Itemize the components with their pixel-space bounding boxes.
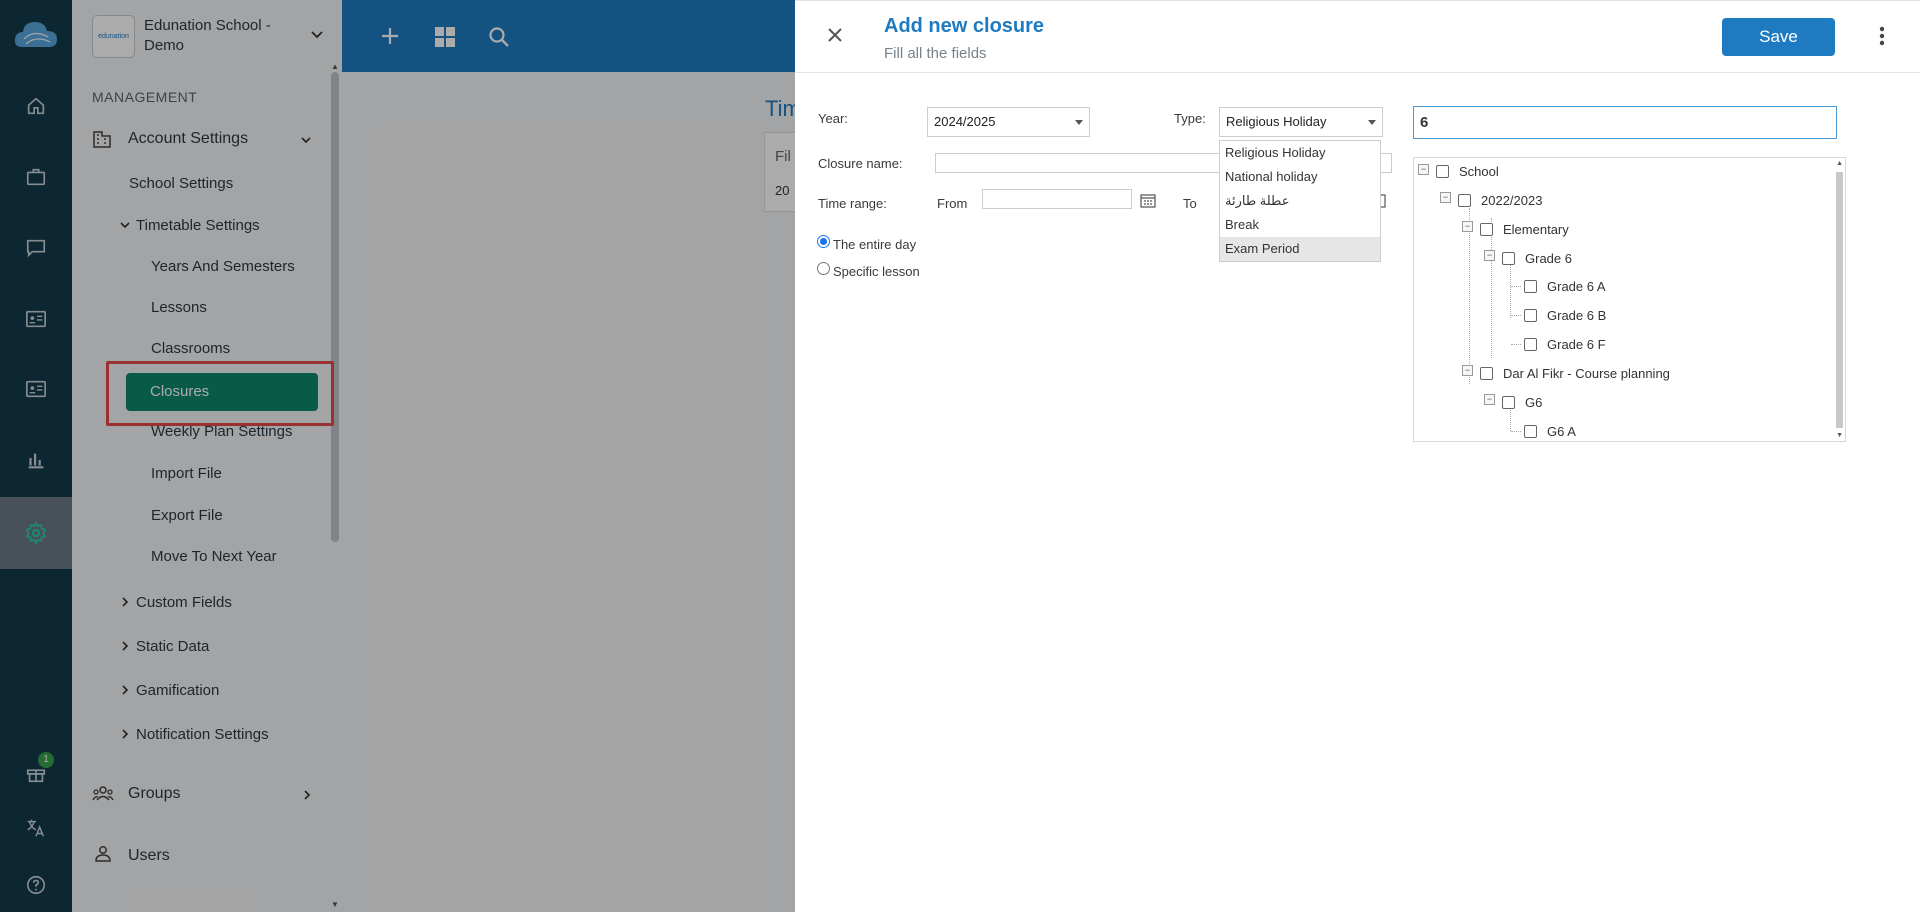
tree-node-g6[interactable]: G6: [1502, 395, 1542, 410]
dropdown-option[interactable]: National holiday: [1220, 165, 1380, 189]
to-label: To: [1183, 196, 1197, 211]
tree-node-grade-6[interactable]: Grade 6: [1502, 251, 1572, 266]
dropdown-arrow-icon: [1075, 120, 1083, 125]
drawer-header: Add new closure Fill all the fields Save: [795, 1, 1920, 73]
tree-guide-line: [1469, 208, 1470, 384]
tree-label: Grade 6 F: [1547, 337, 1606, 352]
checkbox[interactable]: [1524, 425, 1537, 438]
collapse-icon[interactable]: −: [1440, 192, 1451, 203]
class-tree: − School − 2022/2023 − Elementary − Grad…: [1413, 157, 1846, 442]
collapse-icon[interactable]: −: [1418, 164, 1429, 175]
tree-node-school[interactable]: School: [1436, 164, 1499, 179]
type-value: Religious Holiday: [1226, 114, 1327, 129]
tree-node-grade-6a[interactable]: Grade 6 A: [1524, 279, 1606, 294]
scroll-down-arrow[interactable]: ▼: [1836, 432, 1843, 439]
checkbox[interactable]: [1524, 280, 1537, 293]
tree-label: Grade 6 A: [1547, 279, 1606, 294]
checkbox[interactable]: [1458, 194, 1471, 207]
tree-search-input[interactable]: 6: [1413, 106, 1837, 139]
save-button[interactable]: Save: [1722, 18, 1835, 56]
tree-guide-line: [1510, 258, 1511, 318]
specific-lesson-radio[interactable]: [817, 262, 830, 275]
more-vert-icon[interactable]: [1879, 25, 1885, 47]
tree-label: School: [1459, 164, 1499, 179]
collapse-icon[interactable]: −: [1462, 221, 1473, 232]
time-range-label: Time range:: [818, 196, 887, 211]
checkbox[interactable]: [1502, 396, 1515, 409]
tree-guide-line: [1491, 218, 1492, 358]
close-icon[interactable]: [823, 23, 847, 47]
specific-lesson-label: Specific lesson: [833, 264, 920, 279]
tree-node-elementary[interactable]: Elementary: [1480, 222, 1569, 237]
checkbox[interactable]: [1436, 165, 1449, 178]
collapse-icon[interactable]: −: [1462, 365, 1473, 376]
tree-branch-line: [1511, 431, 1521, 432]
tree-label: 2022/2023: [1481, 193, 1543, 208]
dropdown-option[interactable]: Religious Holiday: [1220, 141, 1380, 165]
tree-label: G6 A: [1547, 424, 1576, 439]
tree-branch-line: [1511, 315, 1521, 316]
checkbox[interactable]: [1480, 223, 1493, 236]
tree-label: G6: [1525, 395, 1543, 410]
tree-scrollbar[interactable]: [1836, 172, 1843, 428]
drawer-subtitle: Fill all the fields: [884, 45, 987, 62]
checkbox[interactable]: [1524, 309, 1537, 322]
tree-node-year[interactable]: 2022/2023: [1458, 193, 1542, 208]
tree-label: Grade 6 B: [1547, 308, 1607, 323]
checkbox[interactable]: [1524, 338, 1537, 351]
type-select[interactable]: Religious Holiday: [1219, 107, 1383, 137]
add-closure-drawer: Add new closure Fill all the fields Save…: [795, 0, 1920, 912]
from-date-input[interactable]: [982, 189, 1132, 209]
dropdown-option-highlighted[interactable]: Exam Period: [1220, 237, 1380, 261]
modal-overlay[interactable]: [0, 0, 795, 912]
year-label: Year:: [818, 111, 848, 126]
tree-branch-line: [1511, 344, 1521, 345]
collapse-icon[interactable]: −: [1484, 250, 1495, 261]
dropdown-option[interactable]: Break: [1220, 213, 1380, 237]
from-label: From: [937, 196, 968, 211]
tree-label: Elementary: [1503, 222, 1569, 237]
type-dropdown-list: Religious Holiday National holiday عطلة …: [1219, 140, 1381, 262]
tree-label: Dar Al Fikr - Course planning: [1503, 366, 1670, 381]
checkbox[interactable]: [1502, 252, 1515, 265]
dropdown-option[interactable]: عطلة طارئة: [1220, 189, 1380, 213]
calendar-icon[interactable]: [1140, 192, 1156, 208]
scroll-up-arrow[interactable]: ▲: [1836, 160, 1843, 167]
tree-branch-line: [1511, 286, 1521, 287]
collapse-icon[interactable]: −: [1484, 394, 1495, 405]
drawer-title: Add new closure: [884, 15, 1045, 37]
tree-node-dar-al-fikr[interactable]: Dar Al Fikr - Course planning: [1480, 366, 1670, 381]
tree-label: Grade 6: [1525, 251, 1572, 266]
tree-node-g6a[interactable]: G6 A: [1524, 424, 1576, 439]
app: 1 edunation Edunation School - Demo MANA…: [0, 0, 1920, 912]
tree-node-grade-6b[interactable]: Grade 6 B: [1524, 308, 1606, 323]
type-label: Type:: [1174, 111, 1206, 126]
year-value: 2024/2025: [934, 114, 996, 129]
tree-node-grade-6f[interactable]: Grade 6 F: [1524, 337, 1606, 352]
entire-day-label: The entire day: [833, 237, 917, 252]
checkbox[interactable]: [1480, 367, 1493, 380]
year-select[interactable]: 2024/2025: [927, 107, 1090, 137]
entire-day-radio[interactable]: [817, 235, 830, 248]
dropdown-arrow-icon: [1368, 120, 1376, 125]
closure-name-label: Closure name:: [818, 156, 903, 171]
